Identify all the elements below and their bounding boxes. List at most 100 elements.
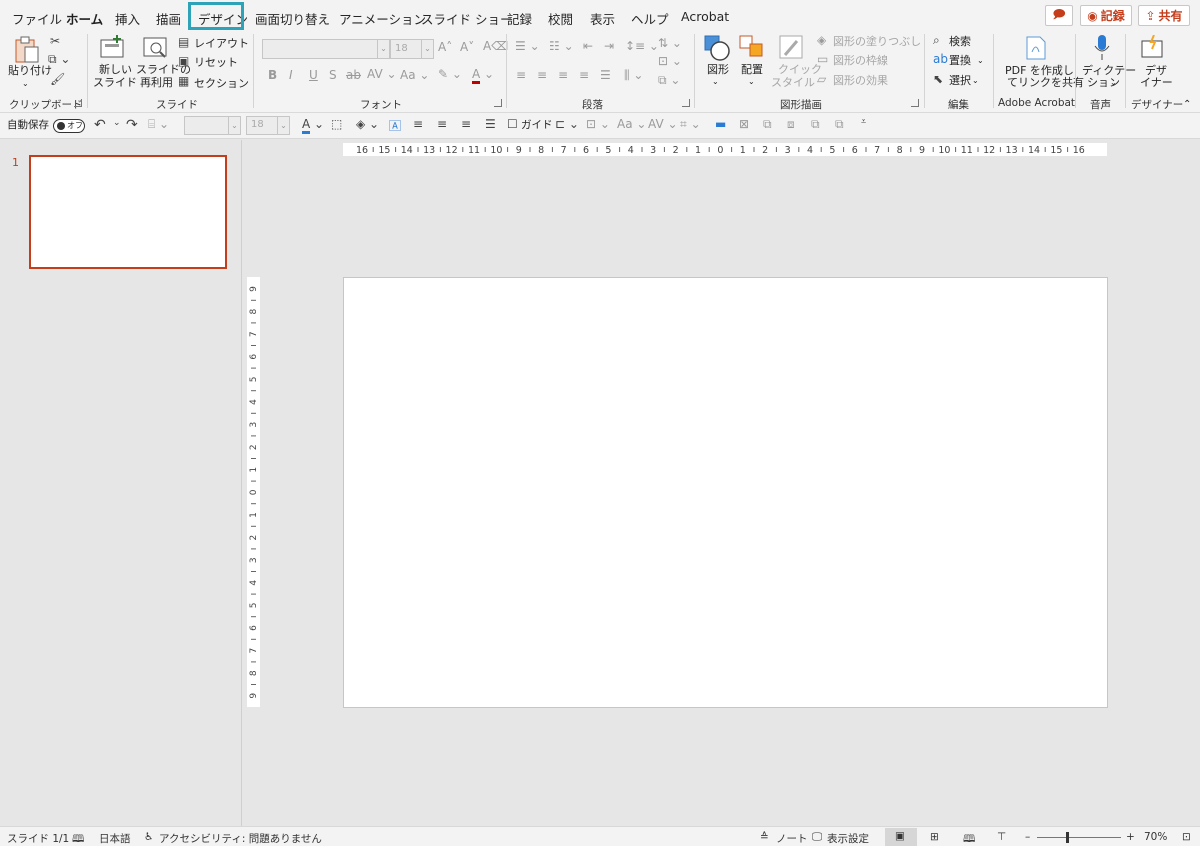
undo-dropdown-chevron-icon[interactable]: ⌄ [113, 118, 121, 128]
qat-font-combo[interactable]: ⌄ [184, 116, 241, 135]
qat-send-backward-icon[interactable]: ⧉ [835, 117, 844, 132]
chevron-down-icon[interactable]: ⌄ [977, 54, 984, 67]
qat-fill-color-icon[interactable]: ◈ ⌄ [356, 117, 379, 131]
clear-formatting-icon[interactable]: A⌫ [483, 39, 508, 53]
tab-file[interactable]: ファイル [12, 9, 62, 28]
qat-justify-icon[interactable]: ☰ [485, 117, 496, 131]
align-left-icon[interactable]: ≡ [516, 68, 526, 82]
text-direction-icon[interactable]: ⇅ ⌄ [658, 36, 682, 50]
paste-icon[interactable] [14, 36, 40, 67]
cut-icon[interactable]: ✂ [50, 34, 60, 48]
acrobat-pdf-icon[interactable] [1025, 36, 1047, 63]
redo-icon[interactable]: ↷ [126, 117, 138, 133]
acrobat-label-2[interactable]: てリンクを共有 [1007, 76, 1084, 89]
quick-styles-icon[interactable] [779, 35, 805, 64]
italic-icon[interactable]: I [289, 68, 293, 82]
underline-icon[interactable]: U [309, 68, 318, 82]
reuse-slides-icon[interactable] [143, 36, 169, 63]
arrange-icon[interactable] [739, 35, 765, 64]
bullets-icon[interactable]: ☰ ⌄ [515, 39, 540, 53]
section-icon[interactable]: ▦ [178, 74, 189, 88]
notes-icon[interactable]: ≙ [760, 831, 769, 843]
replace-button[interactable]: 置換 [949, 54, 971, 67]
collapse-ribbon-icon[interactable]: ⌃ [1183, 98, 1191, 111]
paragraph-launcher-icon[interactable] [682, 99, 690, 107]
qat-crop-icon[interactable]: ⌗ ⌄ [680, 117, 701, 132]
change-case-icon[interactable]: Aa ⌄ [400, 68, 429, 82]
shape-effects-button[interactable]: 図形の効果 [833, 74, 888, 87]
zoom-out-icon[interactable]: – [1025, 831, 1030, 843]
decrease-indent-icon[interactable]: ⇤ [583, 39, 593, 53]
guides-checkbox[interactable]: ☐ [507, 117, 518, 131]
chevron-down-icon[interactable]: ⌄ [712, 75, 719, 88]
undo-icon[interactable]: ↶ [94, 117, 106, 133]
line-spacing-icon[interactable]: ↕≡ ⌄ [625, 39, 659, 53]
font-name-combo[interactable]: ⌄ [262, 39, 390, 59]
find-button[interactable]: 検索 [949, 35, 971, 48]
shape-fill-button[interactable]: 図形の塗りつぶし [833, 35, 921, 48]
paste-button[interactable]: 貼り付け [8, 64, 52, 77]
tab-home[interactable]: ホーム [66, 9, 104, 34]
qat-distribute-icon[interactable]: ⊡ ⌄ [586, 117, 610, 131]
start-from-beginning-icon[interactable]: ⌸ ⌄ [148, 117, 169, 132]
reuse-slides-label-2[interactable]: 再利用 [140, 76, 173, 89]
columns-icon[interactable]: ⫼ ⌄ [624, 68, 643, 83]
drawing-launcher-icon[interactable] [911, 99, 919, 107]
autosave-toggle[interactable]: オフ [53, 119, 85, 133]
display-settings-button[interactable]: 表示設定 [827, 831, 869, 846]
qat-customize-icon[interactable]: ⩡ [861, 117, 866, 127]
layout-button[interactable]: レイアウト [194, 37, 249, 50]
quick-styles-label-2[interactable]: スタイル [771, 76, 815, 89]
comments-button[interactable]: 🗩 [1045, 5, 1073, 26]
notes-button[interactable]: ノート [776, 831, 808, 846]
zoom-level[interactable]: 70% [1144, 831, 1167, 843]
slide-canvas[interactable] [343, 277, 1108, 708]
shrink-font-icon[interactable]: A˅ [460, 40, 474, 54]
qat-font-size-combo[interactable]: 18 ⌄ [246, 116, 290, 135]
slide-thumbnail[interactable] [29, 155, 227, 269]
tab-acrobat[interactable]: Acrobat [681, 9, 729, 24]
tab-insert[interactable]: 挿入 [115, 9, 140, 28]
display-settings-icon[interactable]: 🖵 [812, 831, 822, 844]
increase-indent-icon[interactable]: ⇥ [604, 39, 614, 53]
justify-icon[interactable]: ≡ [579, 68, 589, 82]
quick-styles-label-1[interactable]: クイック [778, 63, 822, 76]
section-button[interactable]: セクション [194, 77, 249, 90]
paste-dropdown-chevron-icon[interactable]: ⌄ [22, 77, 29, 90]
chevron-down-icon[interactable]: ⌄ [748, 75, 755, 88]
qat-textbox-icon[interactable]: 🄰 [389, 117, 401, 134]
vertical-ruler[interactable]: 9 8 7 6 5 4 3 2 1 0 1 2 3 4 5 6 7 8 9 [247, 277, 260, 707]
new-slide-label-2[interactable]: スライド [93, 76, 137, 89]
zoom-in-icon[interactable]: + [1126, 831, 1135, 843]
reset-button[interactable]: リセット [194, 56, 238, 69]
tab-help[interactable]: ヘルプ [631, 9, 669, 28]
normal-view-button[interactable]: ▣ [885, 828, 917, 846]
copy-icon[interactable]: ⧉ ⌄ [48, 52, 70, 67]
share-button[interactable]: ⇪ 共有 [1138, 5, 1190, 26]
search-icon[interactable]: ⌕ [933, 33, 940, 48]
layout-icon[interactable]: ▤ [178, 35, 189, 49]
grow-font-icon[interactable]: A˄ [438, 40, 452, 54]
tab-transitions[interactable]: 画面切り替え [255, 9, 330, 28]
qat-picture-icon[interactable]: ▬ [715, 117, 726, 131]
highlight-color-icon[interactable]: ✎ ⌄ [438, 67, 462, 81]
new-slide-label-1[interactable]: 新しい [99, 63, 132, 76]
fit-to-window-icon[interactable]: ⊡ [1182, 831, 1191, 843]
designer-icon[interactable] [1140, 34, 1166, 62]
qat-char-spacing-icon[interactable]: AV ⌄ [648, 117, 678, 131]
accessibility-status[interactable]: アクセシビリティ: 問題ありません [159, 831, 322, 846]
tab-review[interactable]: 校閲 [548, 9, 573, 28]
qat-change-case-icon[interactable]: Aa ⌄ [617, 117, 646, 131]
spelling-book-icon[interactable]: 🕮 [72, 831, 84, 846]
zoom-slider-thumb[interactable] [1066, 832, 1069, 843]
shapes-icon[interactable] [704, 35, 730, 64]
qat-align-left-icon[interactable]: ≡ [413, 117, 423, 131]
format-painter-icon[interactable]: 🖌 [50, 72, 65, 86]
reading-view-icon[interactable]: 🕮 [963, 831, 975, 846]
clipboard-launcher-icon[interactable] [74, 99, 82, 107]
new-slide-icon[interactable] [100, 35, 126, 62]
record-button[interactable]: ◉ 記録 [1080, 5, 1132, 26]
tab-animations[interactable]: アニメーション [339, 9, 426, 28]
microphone-icon[interactable] [1094, 34, 1110, 65]
font-size-combo[interactable]: 18 ⌄ [390, 39, 434, 59]
